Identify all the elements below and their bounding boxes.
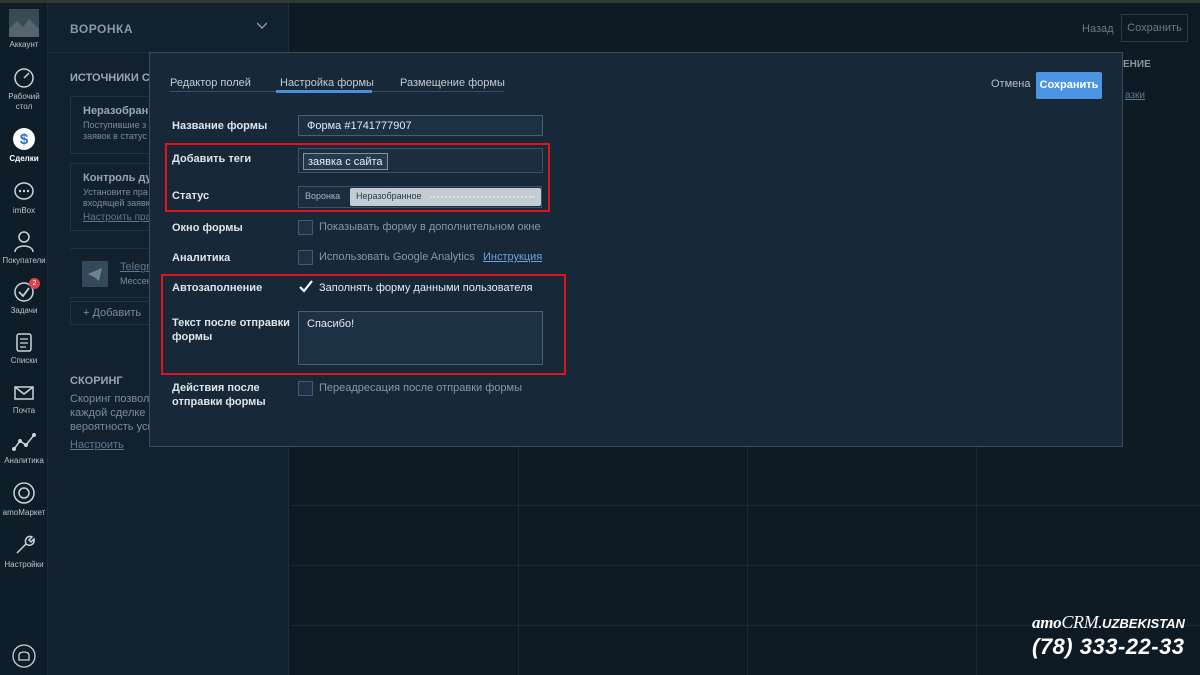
- form-name-label: Название формы: [172, 120, 268, 132]
- nav-label-analytics: Аналитика: [4, 456, 44, 465]
- nav-customers[interactable]: Покупатели: [0, 229, 48, 266]
- funnel-title: ВОРОНКА: [70, 22, 134, 36]
- nav-label-settings: Настройки: [4, 560, 44, 569]
- redirect-text: Переадресация после отправки формы: [319, 382, 522, 394]
- nav-imbox[interactable]: imBox: [0, 181, 48, 216]
- form-settings-modal: Редактор полей Настройка формы Размещени…: [149, 52, 1123, 447]
- analytics-text: Использовать Google Analytics: [319, 251, 475, 263]
- nav-deals[interactable]: $ Сделки: [0, 127, 48, 164]
- nav-dashboard[interactable]: Рабочий стол: [0, 67, 48, 112]
- card-text: Поступившие з: [83, 120, 147, 130]
- nav-lists[interactable]: Списки: [0, 331, 48, 366]
- nav-label-account: Аккаунт: [9, 40, 39, 49]
- analytics-label: Аналитика: [172, 252, 231, 264]
- nav-label-dashboard: Рабочий стол: [8, 92, 40, 111]
- telegram-title[interactable]: Telegr: [120, 261, 150, 273]
- customers-icon: [14, 231, 34, 253]
- nav-mail[interactable]: Почта: [0, 381, 48, 416]
- grid-line: [290, 565, 1200, 566]
- brand-logo: amoCRM.UZBEKISTAN: [1032, 612, 1185, 633]
- tasks-badge: 2: [29, 278, 40, 289]
- highlight-box-autofill: [161, 274, 566, 375]
- save-button[interactable]: Сохранить: [1036, 72, 1102, 99]
- nav-market[interactable]: amoМаркет: [0, 481, 48, 518]
- left-nav: Аккаунт Рабочий стол $ Сделки imBox Поку…: [0, 3, 48, 675]
- add-label: + Добавить: [83, 307, 142, 319]
- tab-field-editor[interactable]: Редактор полей: [170, 77, 251, 89]
- brand-country: .UZBEKISTAN: [1098, 616, 1185, 631]
- scoring-configure-link[interactable]: Настроить: [70, 439, 124, 451]
- scoring-text: вероятность усп: [70, 421, 154, 433]
- grid-line: [518, 440, 519, 675]
- nav-tasks[interactable]: 2 Задачи: [0, 278, 48, 316]
- svg-text:$: $: [20, 131, 29, 148]
- card-title: Контроль дуб: [83, 172, 159, 184]
- mail-icon: [14, 386, 34, 400]
- sources-heading: ИСТОЧНИКИ СД: [70, 72, 158, 84]
- settings-wrench-icon: [16, 535, 35, 554]
- card-text: Установите пра: [83, 187, 148, 197]
- lists-icon: [16, 333, 32, 352]
- brand-name-crm: CRM: [1061, 612, 1099, 632]
- form-window-checkbox[interactable]: [298, 220, 313, 235]
- dashboard-icon: [14, 68, 34, 88]
- funnel-header[interactable]: ВОРОНКА: [48, 3, 289, 53]
- grid-line: [976, 440, 977, 675]
- column-heading: ЕНИЕ: [1123, 59, 1151, 70]
- card-title: Неразобранн: [83, 105, 155, 117]
- chevron-down-icon[interactable]: [257, 21, 267, 31]
- form-name-input[interactable]: Форма #1741777907: [298, 115, 543, 136]
- tab-form-settings[interactable]: Настройка формы: [280, 77, 374, 89]
- telegram-icon: [82, 261, 108, 287]
- card-text: заявок в статус: [83, 131, 147, 141]
- top-save-button[interactable]: Сохранить: [1121, 14, 1188, 42]
- after-submit-label-line2: отправки формы: [172, 396, 266, 408]
- chat-bubble-icon: [14, 182, 34, 200]
- nav-label-lists: Списки: [10, 356, 38, 365]
- nav-analytics[interactable]: Аналитика: [0, 431, 48, 466]
- deals-dollar-icon: $: [13, 128, 35, 150]
- nav-label-tasks: Задачи: [10, 306, 38, 315]
- scoring-text: каждой сделке: [70, 407, 146, 419]
- bell-icon: [12, 644, 36, 668]
- market-icon: [13, 482, 35, 504]
- redirect-checkbox[interactable]: [298, 381, 313, 396]
- analytics-icon: [12, 433, 36, 451]
- scoring-text: Скоринг позвол: [70, 393, 150, 405]
- back-button[interactable]: Назад: [1082, 23, 1114, 35]
- brand-name-amo: amo: [1032, 613, 1062, 632]
- scoring-heading: СКОРИНГ: [70, 375, 123, 387]
- configure-link[interactable]: Настроить пра: [83, 212, 151, 223]
- nav-settings[interactable]: Настройки: [0, 533, 48, 570]
- form-window-label: Окно формы: [172, 222, 243, 234]
- tab-active-indicator: [276, 90, 372, 93]
- nav-label-customers: Покупатели: [2, 256, 46, 265]
- nav-account[interactable]: Аккаунт: [0, 9, 48, 50]
- telegram-subtitle: Мессен: [120, 276, 152, 286]
- analytics-checkbox[interactable]: [298, 250, 313, 265]
- card-text: входящей заявк: [83, 198, 150, 208]
- brand-phone: (78) 333-22-33: [1032, 634, 1185, 659]
- nav-label-mail: Почта: [12, 406, 36, 415]
- grid-line: [747, 440, 748, 675]
- nav-label-deals: Сделки: [9, 154, 39, 163]
- column-link[interactable]: азки: [1125, 90, 1145, 101]
- cancel-button[interactable]: Отмена: [991, 78, 1030, 90]
- form-window-text: Показывать форму в дополнительном окне: [319, 221, 541, 233]
- after-submit-label-line1: Действия после: [172, 382, 260, 394]
- nav-label-market: amoМаркет: [2, 508, 46, 517]
- nav-label-imbox: imBox: [12, 206, 36, 215]
- highlight-box-tags-status: [165, 143, 550, 212]
- instruction-link[interactable]: Инструкция: [483, 251, 542, 263]
- after-submit-label: Действия после отправки формы: [172, 381, 266, 409]
- tab-form-placement[interactable]: Размещение формы: [400, 77, 505, 89]
- account-avatar-icon: [9, 9, 39, 37]
- grid-line: [290, 505, 1200, 506]
- nav-notifications[interactable]: [0, 643, 48, 672]
